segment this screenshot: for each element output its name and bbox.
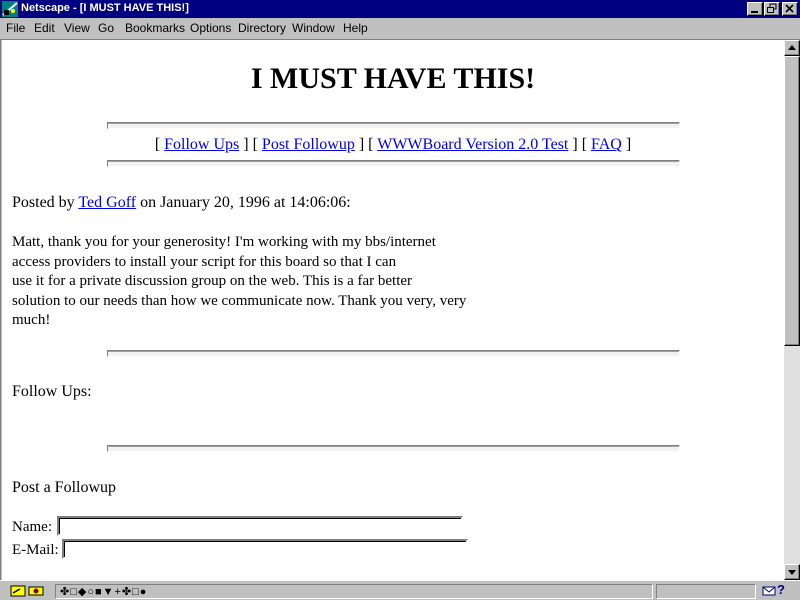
vertical-scrollbar[interactable] (784, 40, 800, 580)
window-title: Netscape - [I MUST HAVE THIS!] (21, 2, 189, 14)
menu-window[interactable]: Window (292, 21, 335, 35)
divider (107, 445, 680, 452)
menu-go[interactable]: Go (98, 21, 114, 35)
post-followup-heading: Post a Followup (12, 479, 117, 496)
follow-ups-link[interactable]: Follow Ups (164, 136, 239, 153)
message-line: Matt, thank you for your generosity! I'm… (12, 234, 436, 250)
author-link[interactable]: Ted Goff (78, 194, 136, 211)
menu-bar: File Edit View Go Bookmarks Options Dire… (0, 18, 800, 38)
wwwboard-link[interactable]: WWWBoard Version 2.0 Test (377, 136, 568, 153)
restore-button[interactable] (764, 2, 780, 16)
name-label: Name: (12, 519, 52, 535)
faq-link[interactable]: FAQ (591, 136, 622, 153)
status-message-panel: ✤□◆○■▼+✤□● (55, 584, 653, 599)
message-body: Matt, thank you for your generosity! I'm… (12, 233, 482, 331)
nav-bracket: ] (621, 136, 632, 153)
posted-by-line: Posted by Ted Goff on January 20, 1996 a… (12, 194, 351, 212)
posted-by-prefix: Posted by (12, 194, 79, 211)
menu-file[interactable]: File (6, 21, 25, 35)
help-icon[interactable]: ? (777, 582, 785, 597)
divider (107, 160, 680, 167)
email-label: E-Mail: (12, 542, 59, 558)
scroll-up-button[interactable] (784, 40, 800, 56)
message-line: use it for a private discussion group on… (12, 273, 413, 289)
post-followup-link[interactable]: Post Followup (262, 136, 355, 153)
message-line: access providers to install your script … (12, 253, 397, 270)
menu-options[interactable]: Options (190, 21, 231, 35)
nav-separator: ] [ (239, 136, 262, 153)
menu-view[interactable]: View (64, 21, 90, 35)
email-input[interactable] (62, 539, 468, 559)
menu-bookmarks[interactable]: Bookmarks (125, 21, 185, 35)
page-content: I MUST HAVE THIS! [ Follow Ups ] [ Post … (2, 40, 784, 580)
status-text: ✤□◆○■▼+✤□● (60, 586, 148, 598)
name-input[interactable] (57, 516, 463, 536)
page-title: I MUST HAVE THIS! (250, 62, 536, 95)
title-bar[interactable]: Netscape - [I MUST HAVE THIS!] (0, 0, 800, 18)
progress-panel (656, 584, 756, 599)
netscape-icon (2, 1, 18, 17)
message-line: much! (12, 312, 51, 328)
menu-edit[interactable]: Edit (34, 21, 55, 35)
nav-links: [ Follow Ups ] [ Post Followup ] [ WWWBo… (2, 136, 784, 154)
posted-date: on January 20, 1996 at 14:06:06: (136, 194, 351, 211)
nav-separator: ] [ (568, 136, 592, 153)
nav-separator: ] [ (354, 136, 378, 153)
arrow-down-icon (788, 570, 796, 575)
minimize-button[interactable] (747, 2, 763, 16)
status-bar: ✤□◆○■▼+✤□● ? (0, 580, 800, 600)
nav-bracket: [ (154, 136, 165, 153)
menu-directory[interactable]: Directory (238, 21, 286, 35)
message-line: solution to our needs than how we commun… (12, 292, 467, 309)
menu-help[interactable]: Help (343, 21, 368, 35)
mail-icon[interactable] (762, 584, 776, 600)
divider (107, 122, 680, 129)
divider (107, 350, 680, 357)
scrollbar-thumb[interactable] (784, 56, 800, 346)
connection-icon (28, 584, 44, 600)
security-key-icon[interactable] (10, 584, 26, 600)
scroll-down-button[interactable] (784, 564, 800, 580)
follow-ups-heading: Follow Ups: (12, 383, 92, 400)
close-button[interactable] (782, 2, 798, 16)
arrow-up-icon (788, 45, 796, 50)
